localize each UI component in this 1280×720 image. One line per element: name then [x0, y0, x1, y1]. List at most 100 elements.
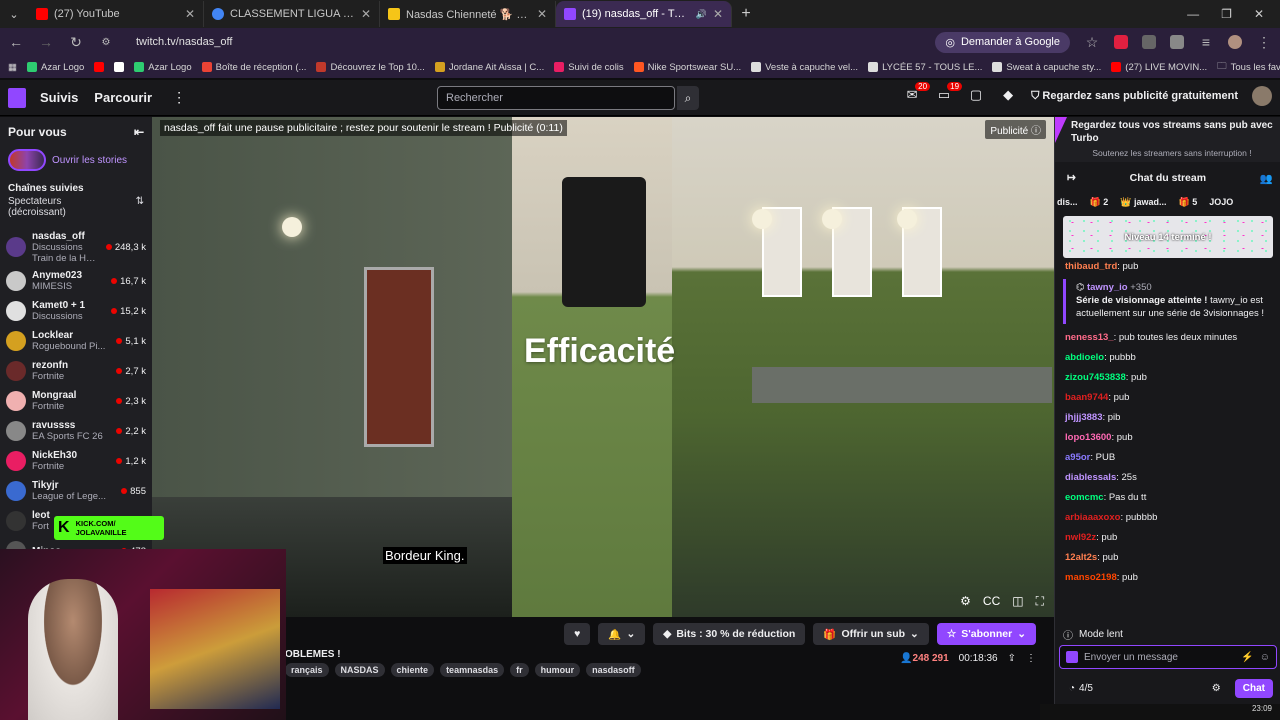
share-icon[interactable]: ⇪ — [1008, 653, 1016, 664]
emote-icon[interactable]: ☺ — [1260, 652, 1270, 663]
stories-button[interactable]: Ouvrir les stories — [0, 139, 152, 171]
chat-username[interactable]: a95or — [1065, 452, 1090, 463]
close-icon[interactable]: ✕ — [537, 7, 547, 21]
sidebar-channel[interactable]: Locklear Roguebound Pi... 5,1 k — [0, 326, 152, 356]
nav-following[interactable]: Suivis — [40, 90, 78, 105]
stream-tag[interactable]: fr — [510, 663, 529, 677]
forward-icon[interactable]: → — [38, 34, 54, 50]
close-icon[interactable]: ✕ — [713, 7, 723, 21]
tab-search-icon[interactable]: ⌄ — [0, 0, 28, 28]
browser-tab-nasdas[interactable]: Nasdas Chienneté 🐕 (@nasdas✕ — [380, 1, 556, 27]
menu-dots-icon[interactable]: ⋮ — [1256, 34, 1272, 51]
chat-username[interactable]: lopo13600 — [1065, 432, 1111, 443]
bookmark[interactable]: Boîte de réception (... — [201, 62, 306, 73]
browser-tab-google[interactable]: CLASSEMENT LIGUA - Recherche✕ — [204, 1, 380, 27]
speaker-icon[interactable]: 🔊 — [696, 9, 707, 20]
restore-icon[interactable]: ❐ — [1221, 7, 1232, 21]
close-icon[interactable]: ✕ — [361, 7, 371, 21]
notifications-button[interactable]: 🔔 ⌄ — [598, 623, 646, 645]
follow-button[interactable]: ♥ — [564, 623, 591, 645]
more-icon[interactable]: ⋮ — [1026, 653, 1036, 664]
chat-send-button[interactable]: Chat — [1234, 678, 1273, 698]
channel-points-icon[interactable] — [1066, 651, 1078, 663]
bookmark[interactable]: Azar Logo — [134, 62, 192, 73]
chat-username[interactable]: zizou7453838 — [1065, 372, 1126, 383]
collapse-icon[interactable]: ⇤ — [134, 125, 144, 139]
stream-tag[interactable]: NASDAS — [334, 663, 385, 677]
more-icon[interactable]: ⋮ — [172, 89, 186, 106]
extension-icon[interactable] — [1114, 35, 1128, 49]
back-icon[interactable]: ← — [8, 34, 24, 50]
site-info-icon[interactable]: ⚙ — [98, 37, 114, 48]
collapse-chat-icon[interactable]: ↦ — [1067, 172, 1076, 184]
chat-settings-icon[interactable]: ⚙ — [1212, 683, 1221, 694]
chat-username[interactable]: eomcmc — [1065, 492, 1104, 503]
close-window-icon[interactable]: ✕ — [1254, 7, 1264, 21]
notifications-icon[interactable]: ✉ 20 — [903, 82, 931, 105]
minimize-icon[interactable]: — — [1187, 7, 1199, 21]
user-avatar[interactable] — [1252, 86, 1272, 106]
close-icon[interactable]: ✕ — [185, 7, 195, 21]
apps-icon[interactable]: ▦ — [8, 62, 17, 73]
chat-username[interactable]: arbiaaaxoxo — [1065, 512, 1120, 523]
bits-icon[interactable]: ⚡ — [1241, 652, 1253, 663]
stream-tag[interactable]: teamnasdas — [440, 663, 505, 677]
chat-username[interactable]: neness13_ — [1065, 332, 1114, 343]
channel-points-icon[interactable]: ◔ — [1069, 683, 1075, 694]
sidebar-channel[interactable]: Kamet0 + 1 Discussions 15,2 k — [0, 296, 152, 326]
inbox-icon[interactable]: ▭ 19 — [935, 82, 963, 105]
sidebar-channel[interactable]: Mongraal Fortnite 2,3 k — [0, 386, 152, 416]
bookmark[interactable]: LYCÉE 57 - TOUS LE... — [868, 62, 982, 73]
gift-sub-button[interactable]: 🎁 Offrir un sub ⌄ — [813, 623, 929, 645]
bookmark-star-icon[interactable]: ☆ — [1084, 34, 1100, 51]
gift-leaderboard[interactable]: dis... 🎁 2 👑 jawad... 🎁 5 JOJO — [1055, 193, 1280, 211]
stream-tag[interactable]: humour — [534, 663, 581, 677]
sidebar-channel[interactable]: Tikyjr League of Lege... 855 — [0, 476, 152, 506]
video-player[interactable]: nasdas_off fait une pause publicitaire ;… — [152, 117, 1054, 617]
chat-username[interactable]: abdioelo — [1065, 352, 1104, 363]
all-bookmarks-button[interactable]: 🗀Tous les favoris — [1217, 59, 1280, 75]
media-icon[interactable]: ≡ — [1198, 34, 1214, 50]
ask-google-button[interactable]: ◎ Demander à Google — [935, 31, 1070, 53]
stream-tag[interactable]: nasdasoff — [586, 663, 641, 677]
search-input[interactable]: Rechercher — [437, 86, 675, 110]
whispers-icon[interactable]: ▢ — [967, 87, 985, 105]
search-icon[interactable]: ⌕ — [677, 86, 699, 110]
bits-icon[interactable]: ◆ — [999, 87, 1017, 105]
url-field[interactable]: twitch.tv/nasdas_off — [136, 36, 232, 48]
bookmark[interactable]: (27) LIVE MOVIN... — [1111, 62, 1207, 73]
bookmark[interactable] — [114, 62, 125, 72]
bookmark[interactable] — [94, 62, 105, 72]
bookmark[interactable]: Suivi de colis — [554, 62, 624, 73]
turbo-promo[interactable]: Regardez tous vos streams sans pub avec … — [1055, 117, 1280, 162]
sort-icon[interactable]: ⇅ — [136, 196, 144, 218]
bookmark[interactable]: Veste à capuche vel... — [751, 62, 858, 73]
bits-button[interactable]: ◆ Bits : 30 % de réduction — [653, 623, 806, 645]
fullscreen-icon[interactable]: ⛶ — [1036, 594, 1044, 609]
ad-label[interactable]: Publicité ⓘ — [985, 120, 1046, 139]
bookmark[interactable]: Jordane Ait Aissa | C... — [434, 62, 544, 73]
sidebar-channel[interactable]: ravussss EA Sports FC 26 2,2 k — [0, 416, 152, 446]
stream-tag[interactable]: rançais — [285, 663, 329, 677]
chat-username[interactable]: manso2198 — [1065, 572, 1117, 583]
chat-username[interactable]: 12alt2s — [1065, 552, 1097, 563]
nav-browse[interactable]: Parcourir — [94, 90, 152, 105]
bookmark[interactable]: Sweat à capuche sty... — [992, 62, 1101, 73]
extension-icon[interactable] — [1142, 35, 1156, 49]
browser-tab-youtube[interactable]: (27) YouTube ✕ — [28, 1, 204, 27]
twitch-logo-icon[interactable] — [8, 87, 26, 108]
sidebar-channel[interactable]: rezonfn Fortnite 2,7 k — [0, 356, 152, 386]
sidebar-channel[interactable]: Anyme023 MIMESIS 16,7 k — [0, 266, 152, 296]
bookmark[interactable]: Découvrez le Top 10... — [316, 62, 425, 73]
subscribe-button[interactable]: ☆ S'abonner ⌄ — [936, 623, 1036, 645]
new-tab-button[interactable]: + — [732, 5, 760, 23]
chat-username[interactable]: baan9744 — [1065, 392, 1108, 403]
users-icon[interactable]: 👥 — [1260, 172, 1273, 185]
settings-icon[interactable]: ⚙ — [960, 594, 971, 609]
chat-username[interactable]: jhjjj3883 — [1065, 412, 1103, 423]
sidebar-channel[interactable]: NickEh30 Fortnite 1,2 k — [0, 446, 152, 476]
puzzle-icon[interactable] — [1170, 35, 1184, 49]
chat-input[interactable]: Envoyer un message ⚡ ☺ — [1059, 645, 1277, 669]
profile-icon[interactable] — [1228, 35, 1242, 49]
bookmark[interactable]: Azar Logo — [26, 62, 84, 73]
